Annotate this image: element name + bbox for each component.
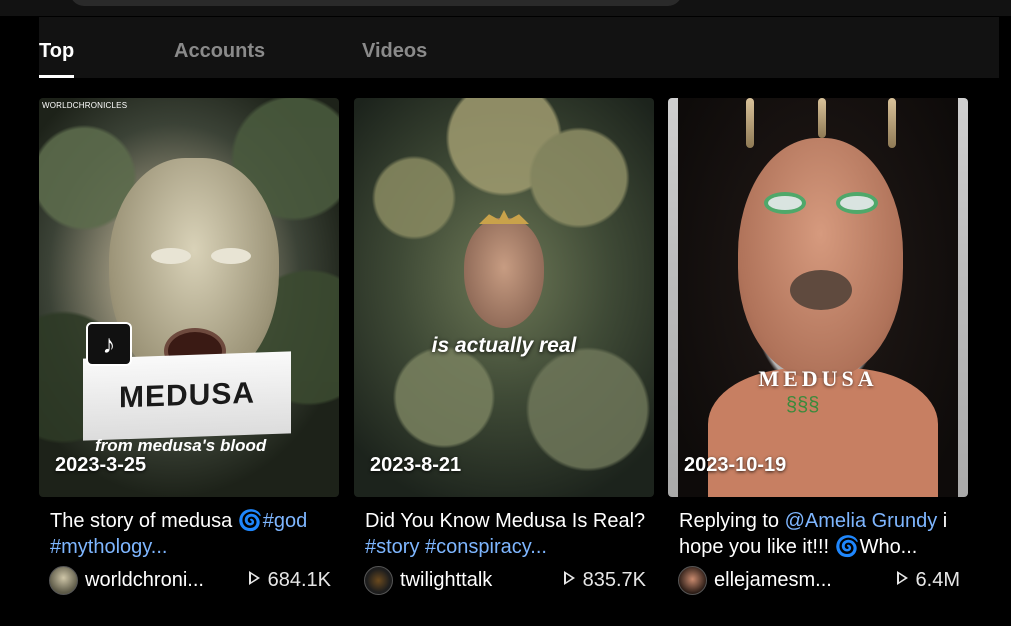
eye-art: [768, 196, 802, 210]
video-card[interactable]: is actually real 2023-8-21 Did You Know …: [354, 98, 654, 595]
overlay-title: MEDUSA: [118, 376, 255, 415]
eye-art: [211, 248, 251, 264]
video-meta: twilighttalk 835.7K: [364, 566, 646, 596]
tab-videos[interactable]: Videos: [362, 40, 427, 63]
desc-suffix: Who...: [859, 536, 918, 558]
video-meta: worldchroni... 684.1K: [49, 566, 331, 596]
hashtag-link[interactable]: #god: [263, 510, 308, 532]
eye-art: [840, 196, 874, 210]
view-count-value: 684.1K: [267, 569, 331, 591]
video-description[interactable]: The story of medusa 🌀#god #mythology...: [50, 508, 332, 560]
view-count: 835.7K: [563, 569, 646, 592]
view-count-value: 835.7K: [582, 569, 646, 591]
avatar[interactable]: [49, 566, 78, 595]
video-thumbnail[interactable]: WORLDCHRONICLES MEDUSA ♪ from medusa's b…: [39, 98, 339, 497]
medusa-face-art: [464, 218, 544, 328]
overlay-title: MEDUSA: [758, 366, 878, 391]
spiral-icon: 🌀: [237, 510, 263, 532]
video-thumbnail[interactable]: MEDUSA §§§ 2023-10-19: [668, 98, 968, 497]
video-thumbnail[interactable]: is actually real 2023-8-21: [354, 98, 654, 497]
jewelry-art: [746, 98, 754, 148]
view-count: 684.1K: [248, 569, 331, 592]
video-card[interactable]: MEDUSA §§§ 2023-10-19 Replying to @Ameli…: [668, 98, 968, 595]
search-bar[interactable]: [70, 0, 682, 6]
spiral-icon: 🌀: [834, 536, 860, 558]
face-art: [738, 138, 903, 378]
tab-active-underline: [39, 75, 74, 78]
jewelry-art: [818, 98, 826, 138]
video-description[interactable]: Did You Know Medusa Is Real? #story #con…: [365, 508, 647, 560]
snake-icon: §§§: [786, 394, 820, 416]
video-description[interactable]: Replying to @Amelia Grundy i hope you li…: [679, 508, 961, 560]
video-card[interactable]: WORLDCHRONICLES MEDUSA ♪ from medusa's b…: [39, 98, 339, 595]
hashtag-link[interactable]: #story: [365, 536, 419, 558]
lips-art: [790, 270, 852, 310]
overlay-subtitle: from medusa's blood: [95, 436, 267, 455]
tab-accounts[interactable]: Accounts: [174, 40, 265, 63]
overlay-caption: is actually real: [431, 334, 577, 357]
top-strip: [0, 0, 1011, 16]
view-count-value: 6.4M: [915, 569, 960, 591]
author-name[interactable]: worldchroni...: [85, 569, 204, 592]
watermark: WORLDCHRONICLES: [42, 101, 128, 110]
desc-text: The story of medusa: [50, 510, 238, 532]
avatar[interactable]: [678, 566, 707, 595]
post-date: 2023-8-21: [370, 454, 462, 476]
hashtag-link[interactable]: #conspiracy...: [425, 536, 547, 558]
author-name[interactable]: twilighttalk: [400, 569, 492, 592]
play-icon: [563, 571, 575, 585]
play-icon: [248, 571, 260, 585]
mention-link[interactable]: @Amelia Grundy: [785, 510, 938, 532]
play-icon: [896, 571, 908, 585]
post-date: 2023-3-25: [55, 454, 147, 476]
tiktok-logo-icon: ♪: [86, 322, 132, 366]
hashtag-link[interactable]: #mythology...: [50, 536, 167, 558]
search-tabs: Top Accounts Videos: [39, 17, 999, 78]
post-date: 2023-10-19: [684, 454, 787, 476]
tab-top[interactable]: Top: [39, 40, 74, 63]
eye-art: [151, 248, 191, 264]
jewelry-art: [888, 98, 896, 148]
author-name[interactable]: ellejamesm...: [714, 569, 832, 592]
avatar[interactable]: [364, 566, 393, 595]
desc-text: Did You Know Medusa Is Real?: [365, 510, 646, 532]
video-meta: ellejamesm... 6.4M: [678, 566, 960, 596]
view-count: 6.4M: [896, 569, 960, 592]
desc-prefix: Replying to: [679, 510, 785, 532]
